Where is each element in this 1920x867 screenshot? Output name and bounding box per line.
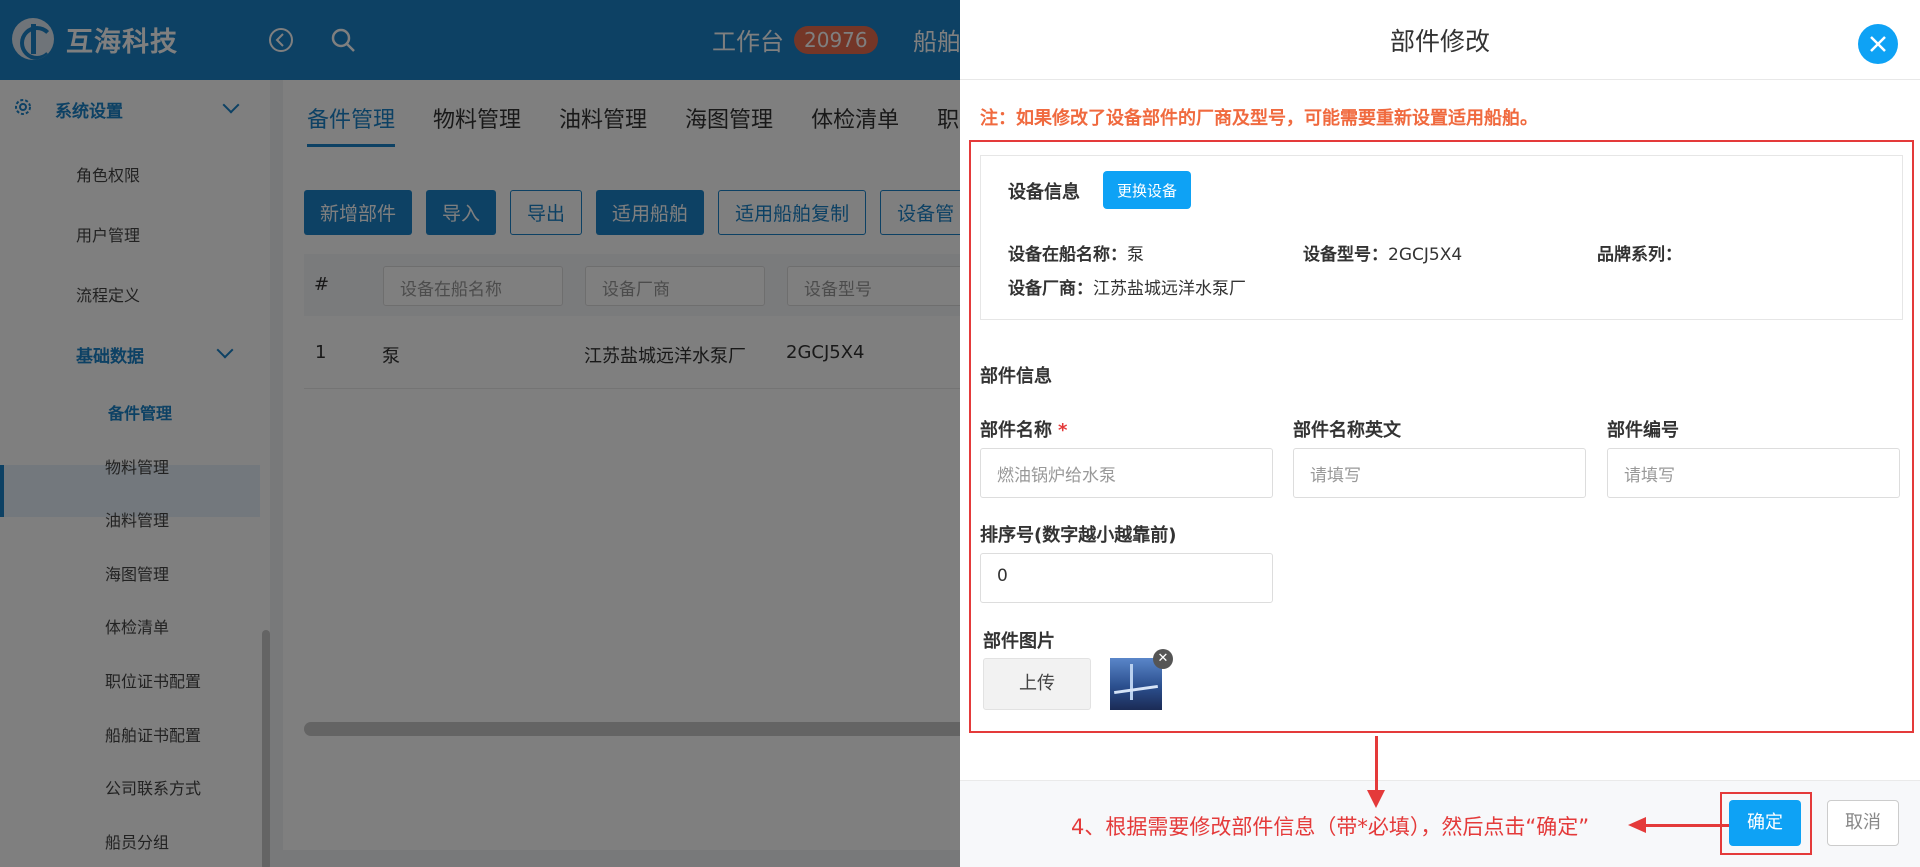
part-name-en-label: 部件名称英文: [1293, 420, 1401, 441]
device-name-value: 泵: [1127, 245, 1144, 265]
drawer-header: 部件修改: [960, 0, 1920, 80]
device-model-label: 设备型号：: [1303, 245, 1388, 265]
brand-series-field: 品牌系列：: [1597, 240, 1682, 265]
sort-order-label: 排序号(数字越小越靠前): [980, 525, 1177, 546]
device-model-value: 2GCJ5X4: [1388, 245, 1463, 265]
device-maker-field: 设备厂商：江苏盐城远洋水泵厂: [1008, 274, 1246, 299]
sort-order-input[interactable]: 0: [980, 553, 1273, 603]
confirm-button[interactable]: 确定: [1729, 800, 1801, 846]
part-number-input[interactable]: 请填写: [1607, 448, 1900, 498]
annotation-arrow-down-head: [1367, 790, 1385, 808]
cancel-button[interactable]: 取消: [1827, 800, 1899, 846]
remove-image-icon[interactable]: ✕: [1153, 649, 1173, 669]
modal-overlay[interactable]: [0, 0, 960, 867]
annotation-arrow-down: [1375, 736, 1378, 796]
edit-part-drawer: 部件修改 注：如果修改了设备部件的厂商及型号，可能需要重新设置适用船舶。 设备信…: [960, 0, 1920, 867]
part-name-label: 部件名称 *: [980, 416, 1067, 442]
part-name-label-text: 部件名称: [980, 420, 1052, 441]
close-button[interactable]: [1858, 24, 1898, 64]
upload-button[interactable]: 上传: [983, 658, 1091, 710]
change-device-button[interactable]: 更换设备: [1103, 171, 1192, 209]
device-name-field: 设备在船名称：泵: [1008, 240, 1144, 265]
device-maker-label: 设备厂商：: [1008, 279, 1093, 299]
part-name-input[interactable]: 燃油锅炉给水泵: [980, 448, 1273, 498]
device-name-label: 设备在船名称：: [1008, 245, 1127, 265]
part-image-label: 部件图片: [983, 631, 1055, 652]
part-name-en-input[interactable]: 请填写: [1293, 448, 1586, 498]
part-info-title: 部件信息: [980, 366, 1052, 387]
annotation-text: 4、根据需要修改部件信息（带*必填），然后点击“确定”: [1071, 815, 1590, 839]
brand-series-label: 品牌系列：: [1597, 245, 1682, 265]
part-image-thumbnail[interactable]: [1110, 658, 1162, 710]
device-model-field: 设备型号：2GCJ5X4: [1303, 240, 1462, 265]
required-mark: *: [1058, 420, 1068, 441]
notice-text: 注：如果修改了设备部件的厂商及型号，可能需要重新设置适用船舶。: [980, 108, 1538, 129]
drawer-title: 部件修改: [1389, 27, 1490, 56]
part-number-label: 部件编号: [1607, 420, 1679, 441]
close-icon: [1870, 36, 1886, 52]
device-maker-value: 江苏盐城远洋水泵厂: [1093, 279, 1246, 299]
device-info-title: 设备信息: [1008, 182, 1080, 203]
